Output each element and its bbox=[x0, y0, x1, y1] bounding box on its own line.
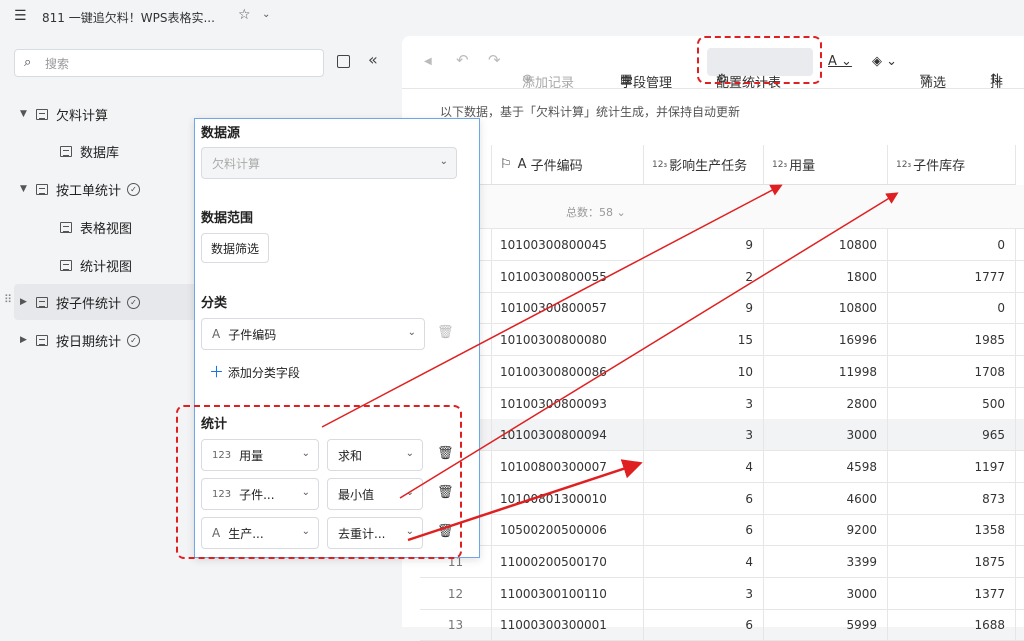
annotation-arrows bbox=[321, 184, 899, 542]
arrow-to-tasks bbox=[407, 459, 643, 542]
